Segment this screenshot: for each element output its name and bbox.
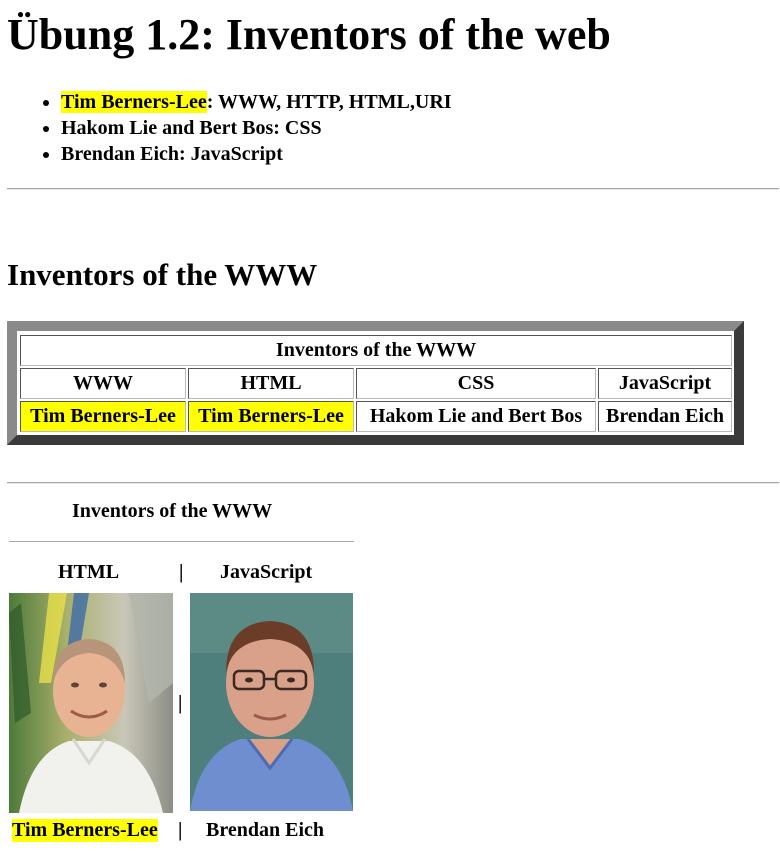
caption-tim-berners-lee: Tim Berners-Lee — [12, 819, 158, 842]
inventors-table-frame: Inventors of the WWW WWW HTML CSS JavaSc… — [7, 321, 744, 445]
list-item-text: : CSS — [273, 117, 322, 139]
table-cell-css: Hakom Lie and Bert Bos — [356, 401, 596, 432]
divider — [7, 482, 779, 484]
table-header-css: CSS — [356, 368, 596, 399]
gallery-heading-html: HTML — [58, 561, 120, 583]
gallery-title: Inventors of the WWW — [72, 500, 273, 522]
gallery-heading-javascript: JavaScript — [220, 561, 313, 583]
table-cell-www: Tim Berners-Lee — [20, 401, 186, 432]
list-item: Hakom Lie and Bert Bos: CSS — [61, 115, 452, 141]
inventors-table: Inventors of the WWW WWW HTML CSS JavaSc… — [18, 333, 734, 434]
section-heading: Inventors of the WWW — [7, 257, 318, 292]
list-item-name: Brendan Eich — [61, 143, 179, 165]
table-cell-javascript: Brendan Eich — [598, 401, 732, 432]
page-title: Übung 1.2: Inventors of the web — [7, 10, 611, 59]
brendan-eich-photo — [190, 593, 353, 811]
table-header-html: HTML — [188, 368, 354, 399]
highlighted-name: Tim Berners-Lee — [61, 91, 207, 113]
column-separator: | — [178, 692, 183, 714]
column-separator: | — [179, 561, 184, 583]
caption-brendan-eich: Brendan Eich — [206, 819, 324, 841]
table-header-javascript: JavaScript — [598, 368, 732, 399]
list-item-text: : JavaScript — [179, 143, 283, 165]
inventor-list: Tim Berners-Lee: WWW, HTTP, HTML,URI Hak… — [24, 89, 452, 167]
list-item: Brendan Eich: JavaScript — [61, 141, 452, 167]
list-item: Tim Berners-Lee: WWW, HTTP, HTML,URI — [61, 89, 452, 115]
divider — [7, 188, 779, 190]
table-cell-html: Tim Berners-Lee — [188, 401, 354, 432]
table-header-www: WWW — [20, 368, 186, 399]
column-separator: | — [178, 819, 183, 841]
list-item-text: : WWW, HTTP, HTML,URI — [206, 91, 452, 113]
table-caption: Inventors of the WWW — [20, 335, 732, 366]
tim-berners-lee-photo — [9, 593, 173, 813]
gallery-divider — [9, 541, 354, 542]
list-item-name: Hakom Lie and Bert Bos — [61, 117, 274, 139]
